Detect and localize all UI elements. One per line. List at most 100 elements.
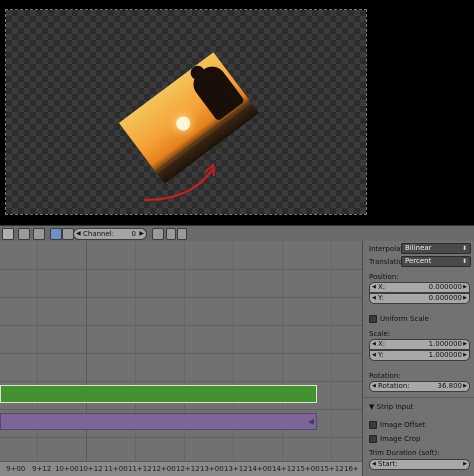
scale-x-label: X: xyxy=(378,340,386,348)
uniform-scale-checkbox[interactable] xyxy=(369,315,377,323)
grid-line xyxy=(37,241,38,466)
scope-icon[interactable] xyxy=(166,228,176,240)
decrement-icon[interactable]: ◀ xyxy=(372,460,376,469)
grid-line xyxy=(135,241,136,466)
decrement-icon[interactable]: ◀ xyxy=(76,229,81,239)
scale-x-field[interactable]: ◀ X: 1.000000 ▶ xyxy=(369,339,470,350)
scale-y-value: 1.000000 xyxy=(428,351,462,359)
view-icon[interactable] xyxy=(18,228,30,240)
grid-line xyxy=(233,241,234,466)
translation-unit-dropdown[interactable]: Percent ⬍ xyxy=(401,256,471,267)
scale-heading: Scale: xyxy=(369,330,391,338)
image-strip[interactable] xyxy=(0,385,317,403)
channel-divider xyxy=(0,409,362,410)
dropdown-arrows-icon: ⬍ xyxy=(461,245,467,252)
ruler-tick: 12+00 xyxy=(152,465,176,473)
ruler-tick: 14+12 xyxy=(272,465,296,473)
ruler-tick: 16+ xyxy=(344,465,359,473)
channel-divider xyxy=(0,269,362,270)
decrement-icon[interactable]: ◀ xyxy=(372,382,376,391)
increment-icon[interactable]: ▶ xyxy=(463,460,467,469)
decrement-icon[interactable]: ◀ xyxy=(372,340,376,349)
channel-divider xyxy=(0,353,362,354)
increment-icon[interactable]: ▶ xyxy=(463,351,467,360)
trim-start-field[interactable]: ◀ Start: ▶ xyxy=(369,459,470,470)
rotation-field[interactable]: ◀ Rotation: 36.800 ▶ xyxy=(369,381,470,392)
increment-icon[interactable]: ▶ xyxy=(463,340,467,349)
scale-y-label: Y: xyxy=(378,351,384,359)
decrement-icon[interactable]: ◀ xyxy=(372,351,376,360)
grid-line xyxy=(184,241,185,466)
increment-icon[interactable]: ▶ xyxy=(463,382,467,391)
translation-label: Translatio xyxy=(369,258,403,266)
position-y-label: Y: xyxy=(378,294,384,302)
increment-icon[interactable]: ▶ xyxy=(463,283,467,292)
uniform-scale-label: Uniform Scale xyxy=(380,315,429,323)
sequencer-preview xyxy=(0,0,474,225)
editor-type-icon[interactable] xyxy=(2,228,14,240)
current-frame-line[interactable] xyxy=(86,241,87,466)
camera-icon[interactable] xyxy=(177,228,187,240)
position-heading: Position: xyxy=(369,273,399,281)
strip-input-label: Strip Input xyxy=(376,403,414,411)
decrement-icon[interactable]: ◀ xyxy=(372,283,376,292)
translation-value: Percent xyxy=(405,257,432,265)
position-y-field[interactable]: ◀ Y: 0.000000 ▶ xyxy=(369,293,470,304)
ruler-tick: 11+12 xyxy=(128,465,152,473)
channel-divider xyxy=(0,297,362,298)
increment-icon[interactable]: ▶ xyxy=(139,229,144,239)
trim-duration-heading: Trim Duration (soft): xyxy=(369,449,440,457)
decrement-icon[interactable]: ◀ xyxy=(372,294,376,303)
rotation-label: Rotation: xyxy=(378,382,410,390)
ruler-tick: 14+00 xyxy=(248,465,272,473)
scale-y-field[interactable]: ◀ Y: 1.000000 ▶ xyxy=(369,350,470,361)
rotation-heading: Rotation: xyxy=(369,372,401,380)
grid-line xyxy=(331,241,332,466)
position-x-field[interactable]: ◀ X: 0.000000 ▶ xyxy=(369,282,470,293)
strip-properties-panel: Interpolati Bilinear ⬍ Translatio Percen… xyxy=(362,241,474,476)
rotation-arrow-path xyxy=(143,169,213,201)
position-x-value: 0.000000 xyxy=(428,283,462,291)
disclosure-triangle-icon: ▼ xyxy=(369,403,375,411)
channel-value: 0 xyxy=(131,230,136,238)
preview-canvas[interactable] xyxy=(5,9,367,215)
ruler-tick: 9+00 xyxy=(6,465,26,473)
channel-divider xyxy=(0,437,362,438)
ruler-tick: 12+12 xyxy=(176,465,200,473)
strip-input-header[interactable]: ▼ Strip Input xyxy=(369,403,413,411)
section-divider xyxy=(363,397,474,398)
position-y-value: 0.000000 xyxy=(428,294,462,302)
rotation-value: 36.800 xyxy=(437,382,463,390)
display-mode-icon[interactable] xyxy=(50,228,62,240)
transform-strip[interactable]: ◀ xyxy=(0,413,317,430)
scale-x-value: 1.000000 xyxy=(428,340,462,348)
image-crop-checkbox[interactable] xyxy=(369,435,377,443)
image-offset-checkbox[interactable] xyxy=(369,421,377,429)
interpolation-dropdown[interactable]: Bilinear ⬍ xyxy=(401,243,471,254)
start-label: Start: xyxy=(378,460,398,468)
increment-icon[interactable]: ▶ xyxy=(463,294,467,303)
position-x-label: X: xyxy=(378,283,386,291)
time-ruler[interactable]: 9+00 9+12 10+00 10+12 11+00 11+12 12+00 … xyxy=(0,461,362,476)
rotation-arrow-overlay xyxy=(143,162,215,201)
lock-icon[interactable] xyxy=(152,228,164,240)
ruler-tick: 15+12 xyxy=(320,465,344,473)
interpolation-label: Interpolati xyxy=(369,245,406,253)
strip-handle-icon[interactable]: ◀ xyxy=(308,417,314,426)
sequencer-timeline[interactable]: ◀ 9+00 9+12 10+00 10+12 11+00 11+12 12+0… xyxy=(0,241,362,476)
dropdown-arrows-icon: ⬍ xyxy=(461,258,467,265)
channel-label: Channel: xyxy=(83,230,115,238)
image-offset-label: Image Offset xyxy=(380,421,426,429)
ruler-tick: 9+12 xyxy=(32,465,52,473)
ruler-tick: 10+12 xyxy=(79,465,103,473)
ruler-tick: 13+12 xyxy=(224,465,248,473)
sequencer-header: ◀ Channel: 0 ▶ xyxy=(0,225,474,241)
channel-field[interactable]: ◀ Channel: 0 ▶ xyxy=(73,228,147,240)
interpolation-value: Bilinear xyxy=(405,244,432,252)
channel-divider xyxy=(0,381,362,382)
ruler-tick: 13+00 xyxy=(200,465,224,473)
grid-line xyxy=(282,241,283,466)
image-icon[interactable] xyxy=(33,228,45,240)
ruler-tick: 15+00 xyxy=(296,465,320,473)
ruler-tick: 10+00 xyxy=(55,465,79,473)
